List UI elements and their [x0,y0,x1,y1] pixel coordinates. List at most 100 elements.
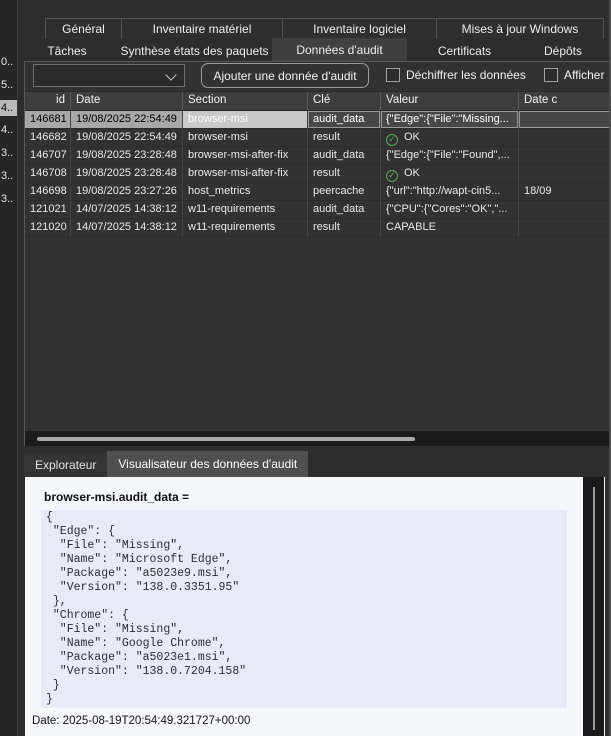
table-header-row: idDateSectionCléValeurDate c [25,91,609,111]
cell-key[interactable]: peercache [308,183,381,201]
wapt-console-window: 0..5..4..4..3..3..3.. GénéralInventaire … [0,0,611,736]
column-header-section[interactable]: Section [183,92,308,110]
cell-value[interactable]: ✓ OK [381,165,519,183]
cell-key[interactable]: audit_data [308,201,381,219]
cell-value[interactable]: {"CPU":{"Cores":"OK","... [381,201,519,219]
column-header-datec[interactable]: Date c [519,92,609,110]
table-row[interactable]: 14670819/08/2025 23:28:48browser-msi-aft… [25,165,609,183]
cell-value[interactable]: {"Edge":{"File":"Found",... [381,147,519,165]
tab-certificats[interactable]: Certificats [407,40,522,61]
cell-section[interactable]: browser-msi-after-fix [183,147,308,165]
tab-g-n-ral[interactable]: Général [45,19,122,39]
host-list-item-truncated[interactable]: 0.. [0,54,17,70]
bottom-tab-visualisateur-des-donn-es-d-audit[interactable]: Visualisateur des données d'audit [107,451,308,477]
cell-date[interactable]: 14/07/2025 14:38:12 [71,219,183,237]
cell-datec[interactable] [519,129,609,147]
cell-id[interactable]: 146681 [25,111,71,129]
ok-status-icon: ✓ [386,170,398,182]
audit-json-content: { "Edge": { "File": "Missing", "Name": "… [41,510,567,708]
audit-filter-combobox[interactable] [33,64,185,87]
cell-key[interactable]: audit_data [308,111,381,129]
audit-viewer-panel: browser-msi.audit_data = { "Edge": { "Fi… [25,477,605,736]
cell-id[interactable]: 146708 [25,165,71,183]
cell-date[interactable]: 19/08/2025 23:28:48 [71,165,183,183]
cell-value[interactable]: {"Edge":{"File":"Missing... [381,111,519,129]
cell-date[interactable]: 19/08/2025 23:28:48 [71,147,183,165]
cell-datec[interactable] [519,147,609,165]
host-list-item-truncated[interactable]: 5.. [0,77,17,93]
cell-value-text: OK [404,167,420,179]
checkbox-icon[interactable] [544,68,558,82]
cell-key[interactable]: result [308,165,381,183]
column-header-value[interactable]: Valeur [381,92,519,110]
cell-date[interactable]: 19/08/2025 22:54:49 [71,129,183,147]
tab-donn-es-d-audit[interactable]: Données d'audit [272,38,407,61]
tab-t-ches[interactable]: Tâches [17,40,117,61]
cell-datec[interactable]: 18/09 [519,183,609,201]
tab-inventaire-logiciel[interactable]: Inventaire logiciel [283,19,437,39]
cell-datec[interactable] [519,111,609,129]
cell-section[interactable]: browser-msi [183,129,308,147]
bottom-tab-explorateur[interactable]: Explorateur [24,453,107,477]
host-list-rail: 0.. 5.. 4.. 4.. 3.. 3.. 3.. [0,0,18,736]
cell-section[interactable]: w11-requirements [183,219,308,237]
cell-section[interactable]: host_metrics [183,183,308,201]
cell-key[interactable]: result [308,219,381,237]
cell-id[interactable]: 146698 [25,183,71,201]
tab-mises-jour-windows[interactable]: Mises à jour Windows [437,19,604,39]
cell-date[interactable]: 19/08/2025 23:27:26 [71,183,183,201]
column-header-id[interactable]: id [25,92,71,110]
cell-id[interactable]: 146682 [25,129,71,147]
cell-section[interactable]: browser-msi-after-fix [183,165,308,183]
cell-id[interactable]: 121020 [25,219,71,237]
top-tab-bar-row1: GénéralInventaire matérielInventaire log… [45,18,604,39]
host-list-item-truncated[interactable]: 3.. [0,191,17,207]
cell-section[interactable]: browser-msi [183,111,308,129]
audit-data-table: idDateSectionCléValeurDate c 14668119/08… [25,91,609,237]
host-list-item-truncated[interactable]: 4.. [0,122,17,138]
host-list-item-truncated[interactable]: 4.. [0,100,17,116]
table-row[interactable]: 14670719/08/2025 23:28:48browser-msi-aft… [25,147,609,165]
show-checkbox[interactable]: Afficher [544,68,604,82]
cell-key[interactable]: result [308,129,381,147]
vertical-scrollbar[interactable] [583,477,604,736]
decrypt-data-checkbox[interactable]: Déchiffrer les données [386,68,526,82]
table-row[interactable]: 14668119/08/2025 22:54:49browser-msiaudi… [25,111,609,129]
cell-datec[interactable] [519,201,609,219]
table-row[interactable]: 12102114/07/2025 14:38:12w11-requirement… [25,201,609,219]
cell-date[interactable]: 14/07/2025 14:38:12 [71,201,183,219]
column-header-key[interactable]: Clé [308,92,381,110]
table-row[interactable]: 12102014/07/2025 14:38:12w11-requirement… [25,219,609,237]
cell-value-text: OK [404,131,420,143]
cell-value[interactable]: CAPABLE [381,219,519,237]
host-list-item-truncated[interactable]: 3.. [0,145,17,161]
checkbox-icon[interactable] [386,68,400,82]
table-row[interactable]: 14669819/08/2025 23:27:26host_metricspee… [25,183,609,201]
column-header-date[interactable]: Date [71,92,183,110]
tab-synth-se-tats-des-paquets[interactable]: Synthèse états des paquets [117,40,272,61]
cell-datec[interactable] [519,219,609,237]
tab-inventaire-mat-riel[interactable]: Inventaire matériel [122,19,283,39]
cell-key[interactable]: audit_data [308,147,381,165]
audit-data-title: browser-msi.audit_data = [44,490,189,504]
cell-datec[interactable] [519,165,609,183]
show-checkbox-label: Afficher [564,68,604,82]
cell-section[interactable]: w11-requirements [183,201,308,219]
add-audit-data-button[interactable]: Ajouter une donnée d'audit [201,63,369,88]
decrypt-data-checkbox-label: Déchiffrer les données [406,68,526,82]
horizontal-scrollbar-thumb[interactable] [37,437,415,441]
tab-d-p-ts[interactable]: Dépôts [522,40,604,61]
horizontal-scrollbar[interactable] [25,431,609,446]
vertical-scrollbar-thumb[interactable] [593,487,595,730]
table-body: 14668119/08/2025 22:54:49browser-msiaudi… [25,111,609,237]
host-list-item-truncated[interactable]: 3.. [0,168,17,184]
cell-id[interactable]: 146707 [25,147,71,165]
ok-status-icon: ✓ [386,134,398,146]
cell-value[interactable]: ✓ OK [381,129,519,147]
audit-data-panel: Ajouter une donnée d'audit Déchiffrer le… [24,61,609,446]
cell-value[interactable]: {"url":"http://wapt-cin5... [381,183,519,201]
cell-date[interactable]: 19/08/2025 22:54:49 [71,111,183,129]
cell-id[interactable]: 121021 [25,201,71,219]
table-row[interactable]: 14668219/08/2025 22:54:49browser-msiresu… [25,129,609,147]
chevron-down-icon [165,69,176,80]
